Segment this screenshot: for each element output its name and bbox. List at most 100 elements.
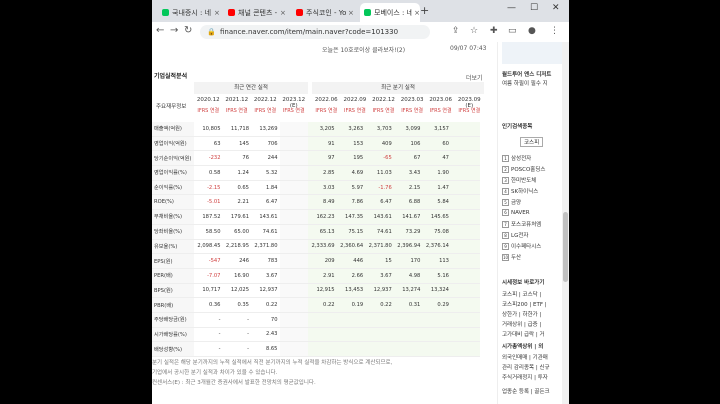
list-item[interactable]: 고가대비 급락 | 거 (502, 330, 545, 338)
list-item-label: 외국인매매 | 기관매 (502, 355, 548, 361)
list-item[interactable]: 3 한미반도체 (502, 176, 536, 184)
table-cell (450, 224, 480, 240)
table-cell: 70 (251, 312, 280, 328)
sidebar-icon[interactable]: ▭ (508, 26, 517, 36)
list-item-label: SK하이닉스 (511, 189, 539, 195)
table-cell: 2,218.95 (222, 239, 251, 255)
forward-icon[interactable]: → (170, 25, 178, 36)
ticker-text[interactable]: 오늘은 10호로이상 클라보자!(2) (322, 45, 405, 54)
bookmark-star-icon[interactable]: ☆ (470, 26, 478, 36)
list-item[interactable]: 관리 감리종목 | 신규 (502, 363, 550, 371)
row-label[interactable]: 매출액(억원) (152, 122, 194, 137)
row-label[interactable]: 영업이익(억원) (152, 136, 194, 152)
promo-line-2[interactable]: 여름 하필이 필수 지 (502, 79, 548, 87)
promo-line-1[interactable]: 월드투어 앤스 디저트 (502, 70, 551, 78)
row-label[interactable]: 배당성향(%) (152, 341, 194, 357)
scrollbar[interactable] (562, 42, 569, 404)
menu-kebab-icon[interactable]: ⋮ (550, 26, 559, 36)
extensions-icon[interactable]: ✚ (490, 26, 498, 36)
profile-avatar-icon[interactable]: ● (528, 26, 536, 36)
list-item[interactable]: 4 SK하이닉스 (502, 187, 538, 195)
row-label[interactable]: 부채비율(%) (152, 209, 194, 225)
promo-image[interactable] (502, 42, 562, 64)
tab-2[interactable]: 채널 콘텐츠 - × (224, 3, 288, 22)
table-cell (279, 165, 308, 181)
table-cell: 162.23 (308, 209, 337, 225)
reload-icon[interactable]: ↻ (184, 25, 192, 36)
list-item[interactable]: 10 두산 (502, 253, 521, 261)
table-cell (365, 312, 394, 328)
table-cell: 6.47 (251, 194, 280, 211)
list-item-label: 코스피 | 코스닥 | (502, 292, 542, 298)
table-cell: 145 (222, 136, 251, 152)
row-label[interactable]: 유보율(%) (152, 239, 194, 255)
close-icon[interactable]: × (280, 9, 286, 17)
back-icon[interactable]: ← (156, 25, 164, 36)
rank-badge: 9 (502, 243, 509, 250)
browser-window: 국내증시 : 네 × 채널 콘텐츠 - × 주식코인 - Yo × 모베이스 : 네 ×… (152, 0, 569, 404)
row-label[interactable]: 영업이익률(%) (152, 165, 194, 181)
rank-badge: 1 (502, 155, 509, 162)
more-link[interactable]: 더보기 (466, 73, 483, 82)
market-tab-kospi[interactable]: 코스피 (520, 137, 544, 147)
row-label[interactable]: BPS(원) (152, 283, 194, 299)
list-item[interactable]: 7 포스코퓨처엠 (502, 220, 541, 228)
table-cell: 11.03 (365, 165, 394, 181)
naver-favicon-icon (364, 9, 371, 16)
scrollbar-thumb[interactable] (563, 212, 568, 282)
minimize-icon[interactable]: — (507, 3, 516, 13)
list-item[interactable]: 외국인매매 | 기관매 (502, 353, 548, 361)
row-label[interactable]: 당좌비율(%) (152, 224, 194, 240)
list-item-label: 고가대비 급락 | 거 (502, 332, 545, 338)
table-cell (450, 312, 480, 328)
list-item[interactable]: 상한가 | 하한가 | (502, 310, 541, 318)
table-cell: 10,717 (194, 283, 223, 299)
tab-3[interactable]: 주식코인 - Yo × (292, 3, 356, 22)
list-item[interactable]: 5 금양 (502, 198, 521, 206)
table-row: 영업이익(억원) 63 145 706 91 153 409 106 60 (152, 136, 480, 152)
row-label[interactable]: EPS(원) (152, 253, 194, 269)
list-item[interactable]: 코스피200 | ETF | (502, 300, 547, 308)
close-icon[interactable]: × (348, 9, 354, 17)
table-cell: 4.98 (393, 268, 423, 284)
share-icon[interactable]: ⇪ (452, 26, 460, 36)
close-icon[interactable]: × (214, 9, 220, 17)
new-tab-button[interactable]: + (420, 4, 429, 17)
table-cell (336, 327, 366, 343)
table-cell: 4.69 (336, 165, 366, 181)
list-item[interactable]: 8 LG전자 (502, 231, 528, 239)
table-cell: 2,376.14 (422, 239, 451, 255)
table-cell (279, 209, 308, 225)
tab-1[interactable]: 국내증시 : 네 × (158, 3, 220, 22)
table-cell: -65 (365, 150, 394, 167)
list-item[interactable]: 9 이수페타시스 (502, 242, 541, 250)
list-item[interactable]: 2 POSCO홀딩스 (502, 165, 546, 173)
row-label[interactable]: 순이익률(%) (152, 180, 194, 196)
table-cell: 0.65 (222, 180, 251, 196)
list-item-label: 관리 감리종목 | 신규 (502, 365, 550, 371)
table-cell (450, 209, 480, 225)
list-item[interactable]: 주식거래정지 | 투자 (502, 373, 548, 381)
row-label[interactable]: 시가배당률(%) (152, 327, 194, 343)
list-item[interactable]: 1 삼성전자 (502, 154, 531, 162)
rank-badge: 3 (502, 177, 509, 184)
tab-4-active[interactable]: 모베이스 : 네 × (360, 3, 420, 22)
table-cell (279, 224, 308, 240)
bottom-link[interactable]: 업종순 등록 | 골든크 (502, 387, 550, 395)
table-cell (450, 253, 480, 269)
table-cell: 13,453 (336, 283, 366, 299)
list-item[interactable]: 거래상위 | 급증 | (502, 320, 541, 328)
list-item[interactable]: 코스피 | 코스닥 | (502, 290, 541, 298)
maximize-icon[interactable]: ☐ (530, 3, 538, 13)
row-label[interactable]: ROE(%) (152, 194, 194, 211)
close-window-icon[interactable]: ✕ (552, 3, 560, 13)
row-label[interactable]: 주당배당금(원) (152, 312, 194, 328)
table-cell: 91 (308, 136, 337, 152)
row-label[interactable]: PER(배) (152, 268, 194, 284)
table-cell: 13,324 (422, 283, 451, 299)
nav2-title[interactable]: 시가총액상위 | 외 (502, 342, 543, 350)
row-label[interactable]: 당기순이익(억원) (152, 150, 194, 167)
url-field[interactable]: 🔒 finance.naver.com/item/main.naver?code… (200, 25, 430, 39)
list-item[interactable]: 6 NAVER (502, 209, 530, 216)
row-label[interactable]: PBR(배) (152, 297, 194, 313)
